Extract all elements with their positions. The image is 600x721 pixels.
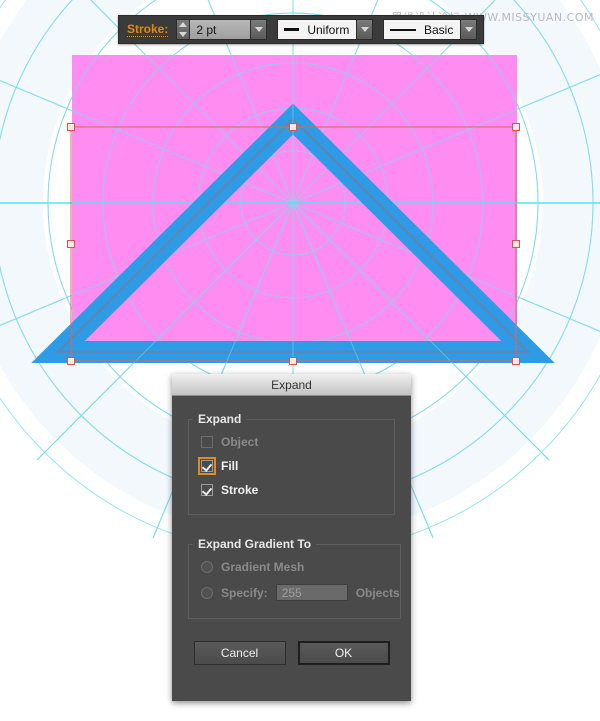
stroke-weight-dropdown-button[interactable] bbox=[250, 19, 268, 40]
stroke-label: Stroke: bbox=[127, 22, 169, 37]
fill-checkbox[interactable] bbox=[198, 457, 216, 475]
gradient-mesh-radio[interactable] bbox=[201, 561, 213, 573]
expand-gradient-group: Expand Gradient To Gradient Mesh Specify… bbox=[188, 537, 401, 619]
stroke-control-bar[interactable]: Stroke: 2 pt Uniform Basic bbox=[118, 15, 485, 44]
stroke-weight-input[interactable]: 2 pt bbox=[189, 19, 252, 40]
chevron-down-icon bbox=[464, 27, 473, 32]
ok-button[interactable]: OK bbox=[297, 641, 390, 665]
specify-radio[interactable] bbox=[201, 586, 213, 599]
fill-label: Fill bbox=[221, 459, 239, 473]
brush-definition-field[interactable]: Basic bbox=[383, 19, 462, 40]
profile-preview-icon bbox=[284, 28, 300, 31]
brush-definition-value: Basic bbox=[424, 22, 454, 37]
objects-suffix-label: Objects bbox=[355, 585, 400, 600]
dialog-body: Expand Object Fill Stroke Expand Gradien… bbox=[172, 396, 411, 665]
chevron-down-icon bbox=[360, 27, 369, 32]
stroke-profile-field[interactable]: Uniform bbox=[277, 19, 358, 40]
option-row-stroke[interactable]: Stroke bbox=[189, 478, 394, 502]
expand-group-legend: Expand bbox=[198, 412, 242, 426]
stepper-down-icon[interactable] bbox=[179, 32, 188, 37]
expand-gradient-legend: Expand Gradient To bbox=[198, 537, 312, 551]
dialog-button-row: Cancel OK bbox=[188, 641, 395, 665]
option-row-specify[interactable]: Specify: 255 Objects bbox=[189, 579, 400, 606]
expand-dialog[interactable]: Expand Expand Object Fill Stroke Expand … bbox=[172, 374, 411, 701]
brush-definition-combo[interactable]: Basic bbox=[383, 19, 478, 40]
stroke-checkbox[interactable] bbox=[201, 484, 213, 496]
object-checkbox[interactable] bbox=[201, 436, 213, 448]
specify-label: Specify: bbox=[221, 585, 268, 600]
brush-definition-dropdown-button[interactable] bbox=[460, 19, 478, 40]
dialog-title-bar[interactable]: Expand bbox=[172, 374, 411, 396]
object-label: Object bbox=[221, 435, 259, 449]
stroke-label-dialog: Stroke bbox=[221, 483, 259, 497]
stroke-weight-stepper[interactable] bbox=[176, 19, 191, 40]
gradient-mesh-label: Gradient Mesh bbox=[221, 560, 305, 574]
expand-options-group: Expand Object Fill Stroke bbox=[188, 412, 395, 515]
option-row-gradient-mesh[interactable]: Gradient Mesh bbox=[189, 555, 400, 579]
specify-objects-input[interactable]: 255 bbox=[275, 584, 348, 601]
illustrator-screenshot: 思缘设计论坛 WWW.MISSYUAN.COM Stroke: 2 pt Uni… bbox=[0, 0, 600, 721]
cancel-button[interactable]: Cancel bbox=[193, 641, 286, 665]
stroke-profile-value: Uniform bbox=[307, 22, 350, 37]
dialog-title: Expand bbox=[271, 377, 312, 392]
stroke-profile-dropdown-button[interactable] bbox=[356, 19, 374, 40]
chevron-down-icon bbox=[254, 27, 263, 32]
option-row-fill[interactable]: Fill bbox=[189, 454, 394, 478]
stroke-profile-combo[interactable]: Uniform bbox=[277, 19, 374, 40]
option-row-object[interactable]: Object bbox=[189, 430, 394, 454]
stepper-up-icon[interactable] bbox=[179, 22, 188, 27]
brush-preview-icon bbox=[390, 28, 416, 31]
